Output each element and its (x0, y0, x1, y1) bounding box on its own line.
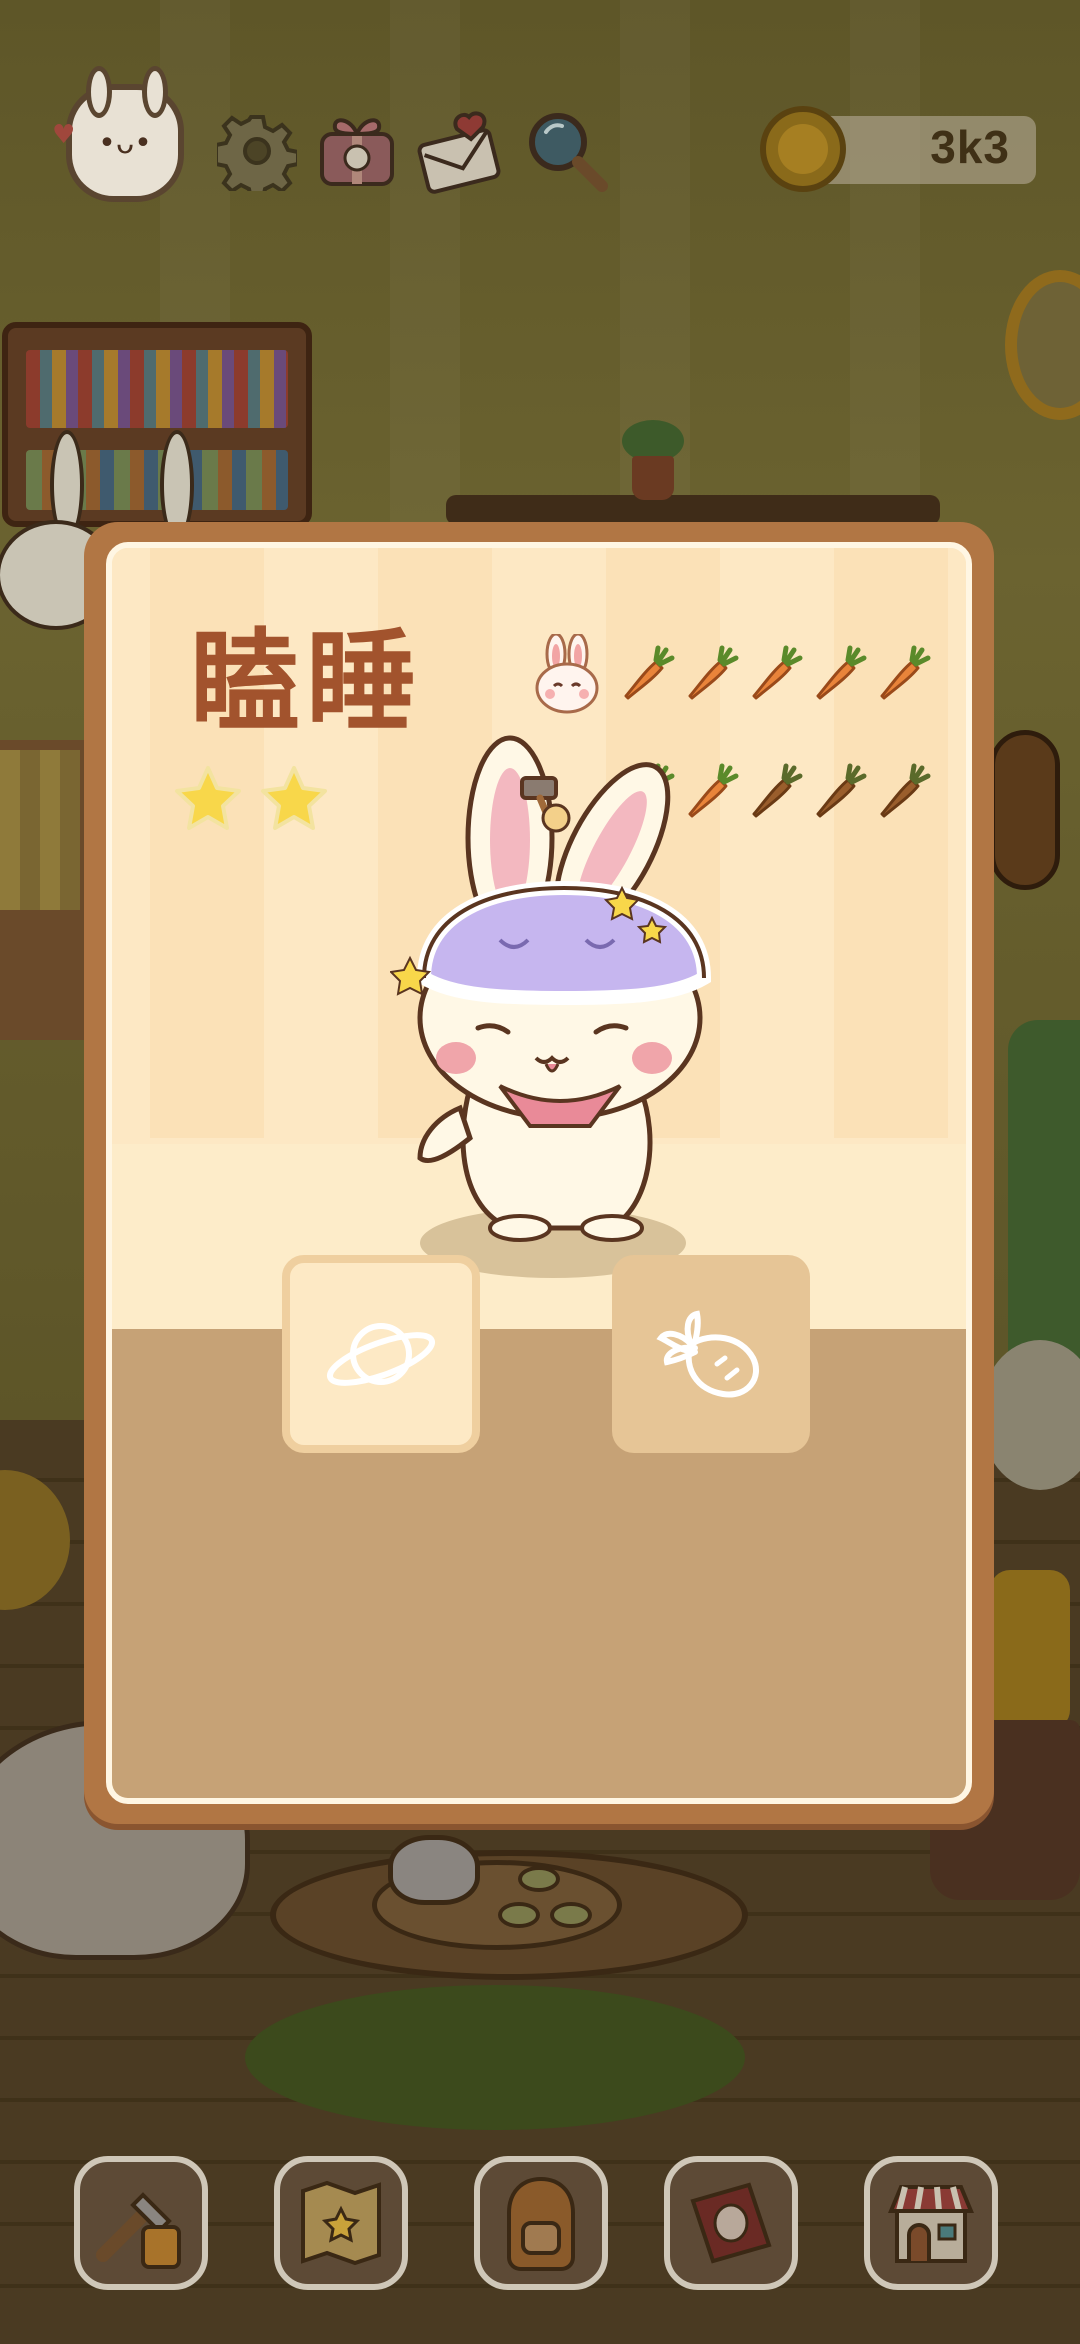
nav-album[interactable] (656, 2148, 806, 2298)
star-icon (258, 764, 330, 836)
nav-tools[interactable] (66, 2148, 216, 2298)
carrot-icon-filled (816, 645, 867, 700)
curtain (1008, 1020, 1080, 1360)
carrot-icon-filled (880, 645, 931, 700)
gear-icon (217, 115, 297, 191)
backpack-icon (507, 2176, 575, 2271)
carrot-icon-empty (816, 763, 867, 818)
carrot-button[interactable] (612, 1255, 810, 1453)
gift-button[interactable] (312, 106, 402, 196)
bunny-avatar-icon: •ᴗ• (98, 125, 152, 161)
teacup (518, 1866, 560, 1892)
planet-button[interactable] (282, 1255, 480, 1453)
heart-icon: ♥ (52, 120, 76, 150)
planet-icon (326, 1323, 436, 1386)
carrot-icon-filled (752, 645, 803, 700)
player-avatar[interactable]: ♥ •ᴗ• (52, 66, 184, 202)
sleepy-bunny-character (388, 728, 730, 1248)
grass-rug (245, 1985, 745, 2130)
nav-backpack[interactable] (466, 2148, 616, 2298)
carrot-icon (656, 1310, 759, 1398)
card-panel: 瞌睡 (106, 542, 972, 1804)
mini-bunny-icon (532, 632, 602, 714)
treasure-map-icon (301, 2180, 381, 2266)
card-lower-panel (112, 1329, 966, 1798)
nav-map[interactable] (266, 2148, 416, 2298)
carrot-icon-empty (880, 763, 931, 818)
bunny-album-icon (690, 2182, 772, 2264)
honey-jar (990, 1570, 1070, 1730)
star-icon (172, 764, 244, 836)
character-card: 瞌睡 (84, 522, 994, 1824)
settings-button[interactable] (212, 106, 302, 196)
nav-shop[interactable] (856, 2148, 1006, 2298)
coin-counter[interactable]: 3k3 (760, 106, 1036, 192)
guitar (990, 730, 1060, 890)
search-button[interactable] (522, 106, 612, 196)
carrot-icon-filled (624, 645, 675, 700)
shop-icon (888, 2185, 974, 2263)
coin-amount: 3k3 (930, 121, 1010, 173)
carrot-row-1 (616, 644, 932, 704)
gift-icon (320, 118, 394, 186)
mail-button[interactable] (416, 106, 506, 196)
potted-plant (622, 420, 684, 500)
wall-shelf (446, 495, 940, 525)
love-letter-icon (417, 111, 501, 194)
bunny-coin-icon (760, 106, 846, 192)
teapot (388, 1835, 480, 1905)
teacup (498, 1902, 540, 1928)
magnifier-icon (529, 113, 608, 192)
carrot-icon-empty (752, 763, 803, 818)
tools-icon (96, 2192, 181, 2269)
character-name: 瞌睡 (190, 618, 422, 746)
carrot-icon-filled (688, 645, 739, 700)
awning (0, 750, 80, 910)
teacup (550, 1902, 592, 1928)
